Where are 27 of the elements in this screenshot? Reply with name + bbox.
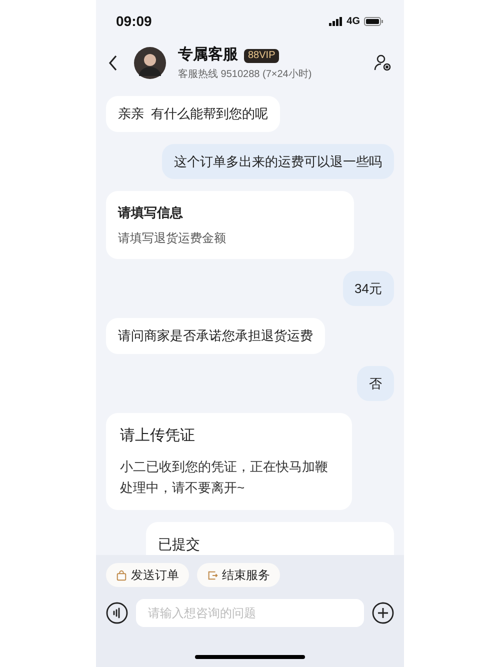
user-settings-icon[interactable] <box>374 54 392 72</box>
card-text: 请填写退货运费金额 <box>118 230 227 246</box>
avatar <box>134 47 166 79</box>
signal-icon <box>328 16 343 26</box>
message-bubble: 请问商家是否承诺您承担退货运费 <box>106 318 325 354</box>
message-bubble: 亲亲 有什么能帮到您的呢 <box>106 96 280 132</box>
card-title: 已提交 <box>158 534 201 554</box>
message-input[interactable]: 请输入想咨询的问题 <box>136 599 364 627</box>
agent-name: 专属客服 <box>178 45 238 66</box>
status-time: 09:09 <box>116 12 152 30</box>
voice-icon[interactable] <box>106 602 128 624</box>
quick-action-button[interactable]: 结束服务 <box>197 563 280 587</box>
message-bubble: 否 <box>357 366 394 401</box>
back-icon[interactable] <box>108 55 118 71</box>
battery-icon <box>364 16 384 26</box>
card-text: 小二已收到您的凭证，正在快马加鞭处理中，请不要离开~ <box>120 458 329 496</box>
card-title: 请填写信息 <box>118 204 184 222</box>
message-bubble: 这个订单多出来的运费可以退一些吗 <box>162 144 394 179</box>
hotline-text: 客服热线 9510288 (7×24小时) <box>178 68 313 82</box>
vip-badge: 88VIP <box>244 48 280 62</box>
bag-icon <box>116 570 127 580</box>
message-bubble: 34元 <box>342 270 394 306</box>
network-label: 4G <box>346 14 360 28</box>
exit-icon <box>207 570 218 580</box>
card-title: 请上传凭证 <box>120 426 196 446</box>
quick-action-button[interactable]: 发送订单 <box>106 563 189 587</box>
add-icon[interactable] <box>372 602 394 624</box>
